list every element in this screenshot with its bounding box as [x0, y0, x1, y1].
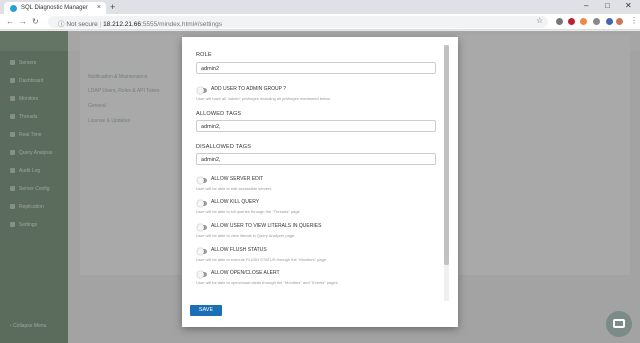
allow-open-close-alert-toggle[interactable]	[197, 271, 207, 278]
chat-button[interactable]	[606, 311, 632, 337]
role-input[interactable]: admin2	[196, 62, 436, 74]
extension-icon[interactable]	[580, 18, 587, 25]
address-bar: ← → ↻ ⓘ Not secure | 18.212.21.66:5555/m…	[0, 14, 640, 30]
extension-icon[interactable]	[606, 18, 613, 25]
close-window-icon[interactable]: ✕	[625, 1, 632, 10]
favicon-icon	[10, 5, 17, 12]
tab-close-icon[interactable]: ×	[97, 4, 101, 11]
extension-icon[interactable]	[593, 18, 600, 25]
chat-icon	[613, 319, 625, 328]
edit-user-modal: ROLE admin2 ADD USER TO ADMIN GROUP ? Us…	[182, 37, 458, 327]
allow-open-close-alert-help: User will be able to open/close alerts t…	[196, 280, 338, 285]
role-label: ROLE	[196, 52, 212, 58]
new-tab-button[interactable]: +	[110, 2, 115, 12]
info-icon[interactable]: ⓘ	[58, 21, 65, 28]
allow-flush-status-label: ALLOW FLUSH STATUS	[211, 247, 267, 253]
security-status: Not secure	[66, 21, 98, 28]
tab-title: SQL Diagnostic Manager	[21, 5, 88, 11]
disallowed-tags-input[interactable]: admin2,	[196, 153, 436, 165]
maximize-icon[interactable]: □	[605, 1, 610, 10]
url-host: 18.212.21.66	[103, 21, 142, 28]
allowed-tags-label: ALLOWED TAGS	[196, 111, 242, 117]
minimize-icon[interactable]: –	[584, 1, 588, 10]
url-field[interactable]: ⓘ Not secure | 18.212.21.66:5555/mindex.…	[48, 16, 548, 28]
allow-open-close-alert-label: ALLOW OPEN/CLOSE ALERT	[211, 270, 280, 276]
disallowed-tags-label: DISALLOWED TAGS	[196, 144, 252, 150]
allow-view-literals-toggle[interactable]	[197, 224, 207, 231]
admin-group-help: User will have all "admin" privileges in…	[196, 96, 331, 101]
allow-view-literals-label: ALLOW USER TO VIEW LITERALS IN QUERIES	[211, 223, 322, 229]
allow-kill-query-toggle[interactable]	[197, 200, 207, 207]
modal-body: ROLE admin2 ADD USER TO ADMIN GROUP ? Us…	[190, 45, 436, 301]
url-path: :5555/mindex.html#/settings	[141, 21, 222, 28]
modal-scrollbar-thumb[interactable]	[444, 45, 449, 265]
modal-scrollbar[interactable]	[444, 45, 449, 301]
allow-flush-status-toggle[interactable]	[197, 248, 207, 255]
allowed-tags-input[interactable]: admin2,	[196, 120, 436, 132]
allow-kill-query-help: User will be able to kill queries throug…	[196, 209, 300, 214]
allow-server-edit-toggle[interactable]	[197, 177, 207, 184]
profile-avatar[interactable]	[616, 18, 623, 25]
browser-tab[interactable]: SQL Diagnostic Manager ×	[4, 2, 106, 14]
browser-menu-icon[interactable]: ⋮	[630, 16, 638, 25]
allow-kill-query-label: ALLOW KILL QUERY	[211, 199, 260, 205]
browser-tab-bar: SQL Diagnostic Manager × + – □ ✕	[0, 0, 640, 14]
extension-shield-icon[interactable]	[568, 18, 575, 25]
reload-icon[interactable]: ↻	[32, 17, 39, 26]
admin-group-label: ADD USER TO ADMIN GROUP ?	[211, 86, 287, 92]
allow-server-edit-label: ALLOW SERVER EDIT	[211, 176, 264, 182]
allow-view-literals-help: User will be able to view literals in Qu…	[196, 233, 295, 238]
save-button[interactable]: SAVE	[190, 305, 222, 316]
forward-icon[interactable]: →	[19, 17, 27, 26]
allow-flush-status-help: User will be able to execute FLUSH STATU…	[196, 257, 327, 262]
back-icon[interactable]: ←	[6, 17, 14, 26]
admin-group-toggle[interactable]	[197, 87, 207, 94]
bookmark-star-icon[interactable]: ☆	[536, 16, 543, 25]
allow-server-edit-help: User will be able to edit accessible ser…	[196, 186, 272, 191]
extension-icon[interactable]	[556, 18, 563, 25]
